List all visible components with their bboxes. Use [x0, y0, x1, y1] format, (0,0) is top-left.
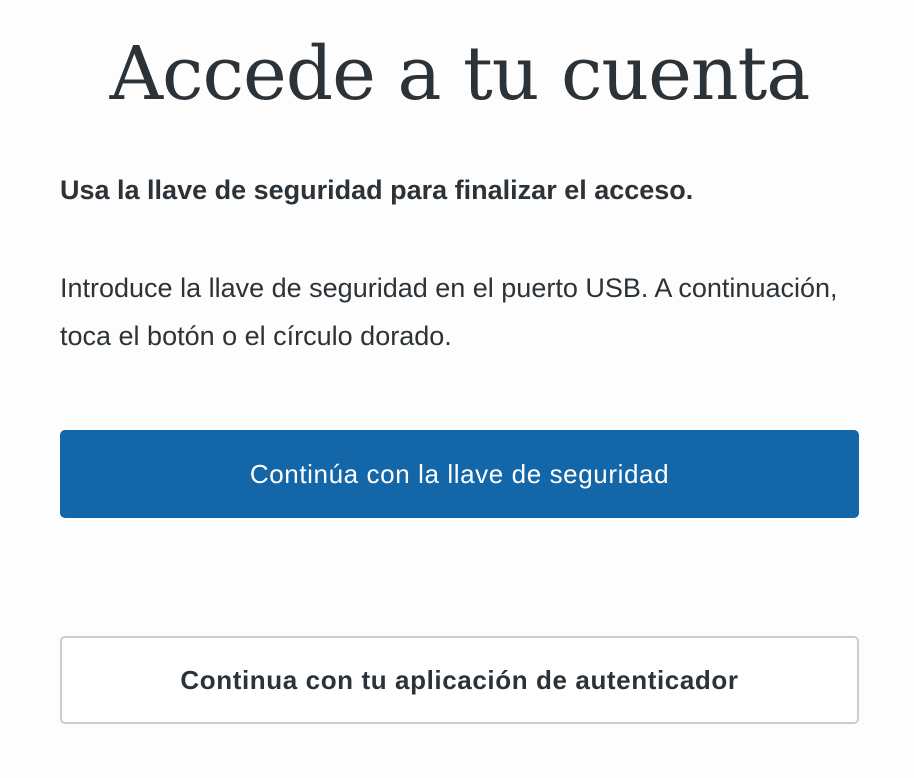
- page-title: Accede a tu cuenta: [109, 31, 811, 117]
- continue-with-security-key-button[interactable]: Continúa con la llave de seguridad: [60, 430, 859, 518]
- continue-with-authenticator-app-button[interactable]: Continua con tu aplicación de autenticad…: [60, 636, 859, 724]
- security-key-instructions: Introduce la llave de seguridad en el pu…: [60, 273, 838, 351]
- security-key-subtitle: Usa la llave de seguridad para finalizar…: [60, 175, 694, 205]
- login-form: Accede a tu cuenta Usa la llave de segur…: [60, 0, 859, 778]
